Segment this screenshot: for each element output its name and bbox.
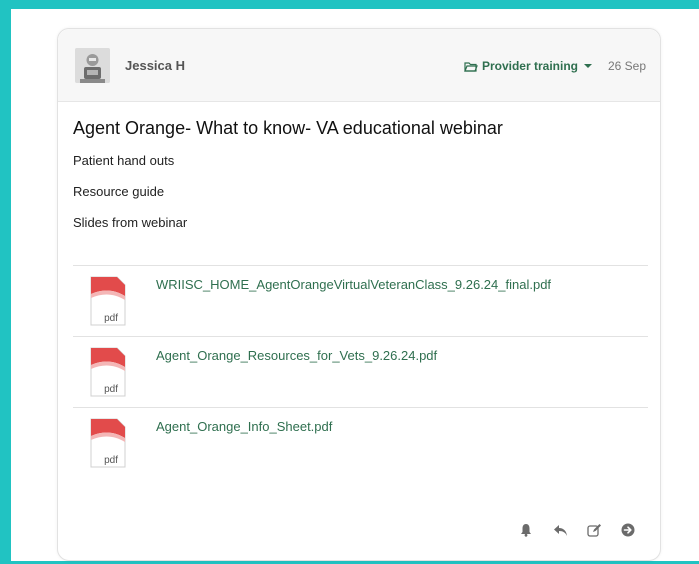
svg-text:pdf: pdf: [104, 384, 118, 395]
chevron-down-icon[interactable]: [584, 64, 592, 68]
body-line: Patient hand outs: [73, 153, 175, 168]
post-title: Agent Orange- What to know- VA education…: [73, 118, 503, 138]
avatar[interactable]: [75, 48, 110, 83]
reply-icon[interactable]: [552, 522, 568, 538]
post-actions: [500, 522, 636, 538]
attachment-item[interactable]: pdf Agent_Orange_Info_Sheet.pdf: [73, 407, 648, 478]
attachment-list: pdf WRIISC_HOME_AgentOrangeVirtualVetera…: [73, 265, 648, 478]
category-link[interactable]: Provider training: [464, 59, 592, 73]
bell-icon[interactable]: [518, 522, 534, 538]
body-line: Resource guide: [73, 184, 165, 199]
folder-icon: [464, 61, 478, 72]
forward-icon[interactable]: [620, 522, 636, 538]
attachment-item[interactable]: pdf Agent_Orange_Resources_for_Vets_9.26…: [73, 336, 648, 407]
svg-text:pdf: pdf: [104, 455, 118, 466]
category-label: Provider training: [481, 59, 578, 73]
author-name[interactable]: Jessica H: [125, 58, 185, 73]
pdf-file-icon[interactable]: pdf: [90, 347, 126, 397]
attachment-link[interactable]: Agent_Orange_Resources_for_Vets_9.26.24.…: [156, 348, 437, 363]
post-date: 26 Sep: [607, 59, 646, 73]
post-card: Jessica H Provider training 26 Sep Agent…: [57, 28, 661, 561]
pdf-file-icon[interactable]: pdf: [90, 418, 126, 468]
attachment-item[interactable]: pdf WRIISC_HOME_AgentOrangeVirtualVetera…: [73, 265, 648, 336]
pdf-file-icon[interactable]: pdf: [90, 276, 126, 326]
body-line: Slides from webinar: [73, 215, 188, 230]
post-header: Jessica H Provider training 26 Sep: [58, 29, 660, 102]
edit-icon[interactable]: [586, 522, 602, 538]
attachment-link[interactable]: Agent_Orange_Info_Sheet.pdf: [156, 419, 332, 434]
avatar-image: [75, 48, 110, 83]
svg-text:pdf: pdf: [104, 313, 118, 324]
attachment-link[interactable]: WRIISC_HOME_AgentOrangeVirtualVeteranCla…: [156, 277, 551, 292]
